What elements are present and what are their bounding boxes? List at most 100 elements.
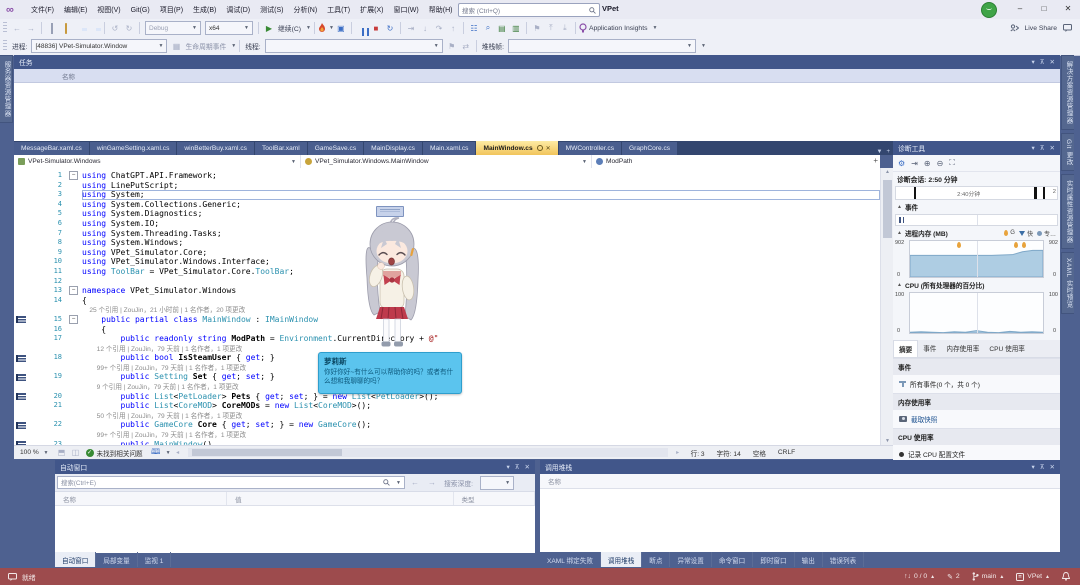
process-dropdown[interactable]: [48836] VPet-Simulator.Window▼ [31, 39, 167, 53]
open-file-icon[interactable] [61, 24, 71, 33]
codelens-glyph-icon[interactable] [16, 355, 26, 362]
close-icon[interactable]: ✕ [1050, 58, 1055, 66]
close-icon[interactable]: ✕ [1050, 463, 1055, 471]
bookmark-icon[interactable]: ⚑ [532, 24, 542, 33]
doc-tab-ToolBar.xaml[interactable]: ToolBar.xaml [255, 142, 307, 155]
diag-tab-事件[interactable]: 事件 [918, 340, 941, 357]
close-button[interactable]: ✕ [1056, 0, 1080, 18]
watch-window-icon[interactable]: ▥ [511, 24, 521, 33]
doc-tab-MWController.cs[interactable]: MWController.cs [559, 142, 621, 155]
window-position-icon[interactable]: ▾ [507, 463, 510, 471]
zoom-out-icon[interactable]: ⊖ [937, 159, 944, 168]
prev-bookmark-icon[interactable]: ⤒ [546, 23, 556, 33]
codelens-glyph-icon[interactable] [16, 422, 26, 429]
pet-speech-bubble[interactable]: 萝莉斯 你好你好~有什么可以帮助你的吗？或者有什么想和我聊聊的吗？ [318, 352, 462, 394]
thread-dropdown[interactable]: ▼ [265, 39, 443, 53]
search-back-icon[interactable]: ← [410, 478, 420, 487]
fold-toggle[interactable]: − [69, 315, 78, 324]
ide-search-box[interactable]: 搜索 (Ctrl+Q) [458, 3, 600, 17]
doc-tab-MessageBar.xaml.cs[interactable]: MessageBar.xaml.cs [14, 142, 89, 155]
step-out-icon[interactable]: ↑ [448, 24, 458, 33]
solution-configuration-dropdown[interactable]: Debug▼ [145, 21, 201, 35]
codelens-text[interactable]: 25 个引用 | ZouJin，21 小时前 | 1 名作者，20 项更改 [82, 307, 245, 314]
diagnostics-timeline[interactable]: 2:40分钟 2 [895, 186, 1058, 200]
toolbar-overflow-icon[interactable]: ▼ [701, 43, 706, 49]
menu-分析(N)[interactable]: 分析(N) [288, 5, 322, 16]
tasks-column-header[interactable]: 名称 [14, 69, 1060, 83]
server-explorer-tab[interactable]: 服务器资源管理器 [0, 55, 13, 123]
process-list-icon[interactable]: ▦ [171, 42, 181, 51]
code-editor[interactable]: 1−using ChatGPT.API.Framework;2using Lin… [14, 168, 880, 445]
next-bookmark-icon[interactable]: ⤓ [560, 23, 570, 33]
close-icon[interactable]: ✕ [525, 463, 530, 471]
panel-tab-异常设置[interactable]: 异常设置 [670, 552, 711, 567]
menu-项目(P)[interactable]: 项目(P) [155, 5, 188, 16]
menu-测试(S)[interactable]: 测试(S) [255, 5, 288, 16]
diagnostics-titlebar[interactable]: 诊断工具 ▾ ⊼ ✕ [893, 141, 1060, 155]
scrollbar-thumb[interactable] [192, 449, 342, 456]
window-position-icon[interactable]: ▾ [1032, 58, 1035, 66]
doc-tab-GraphCore.cs[interactable]: GraphCore.cs [622, 142, 677, 155]
sync-status[interactable]: ↑↓0 / 0▲ [904, 573, 935, 580]
codelens-text[interactable]: 50 个引用 | ZouJin，79 天前 | 1 名作者，1 项更改 [82, 413, 242, 420]
autos-search-input[interactable]: 搜索(Ctrl+E) ▼ [57, 476, 405, 489]
editor-vertical-scrollbar[interactable]: ▲ ▼ [880, 168, 894, 445]
restart-debug-icon[interactable]: ↻ [385, 24, 395, 33]
lifecycle-events-label[interactable]: 生命周期事件 [185, 41, 226, 51]
pin-icon[interactable] [537, 145, 543, 151]
menu-帮助(H)[interactable]: 帮助(H) [424, 5, 458, 16]
doc-tab-winGameSetting.xaml.cs[interactable]: winGameSetting.xaml.cs [90, 142, 177, 155]
column-header-名称[interactable]: 名称 [55, 492, 227, 505]
autos-titlebar[interactable]: 自动窗口 ▾ ⊼ ✕ [55, 460, 535, 474]
redo-icon[interactable]: ↻ [124, 24, 134, 33]
autos-body[interactable] [55, 506, 535, 553]
application-insights-dropdown-arrow[interactable]: ▼ [653, 25, 658, 31]
line-indicator[interactable]: 行: 3 [691, 448, 705, 458]
pet-message-bar[interactable] [376, 206, 404, 217]
pending-edits[interactable]: ✎2 [947, 573, 959, 581]
split-view-icon[interactable]: ⬒ [57, 448, 67, 457]
diag-tab-摘要[interactable]: 摘要 [893, 340, 918, 357]
panel-tab-即时窗口[interactable]: 即时窗口 [753, 552, 794, 567]
member-dropdown[interactable]: ModPath [592, 155, 880, 168]
strip-tab-XAML 实时预览[interactable]: XAML 实时预览 [1061, 252, 1074, 314]
stop-debug-icon[interactable]: ■ [371, 24, 381, 33]
step-over-icon[interactable]: ↷ [434, 24, 444, 33]
tasks-panel-titlebar[interactable]: 任务 ▾ ⊼ ✕ [14, 55, 1060, 69]
menu-Git(G)[interactable]: Git(G) [126, 5, 155, 16]
notifications-bell-icon[interactable] [1062, 572, 1070, 581]
panel-tab-自动窗口[interactable]: 自动窗口 [55, 552, 96, 567]
menu-生成(B)[interactable]: 生成(B) [188, 5, 221, 16]
type-dropdown[interactable]: VPet_Simulator.Windows.MainWindow▼ [301, 155, 592, 168]
continue-debug-button[interactable]: ▶ [264, 24, 274, 33]
panel-tab-局部变量[interactable]: 局部变量 [96, 552, 137, 567]
doc-tab-GameSave.cs[interactable]: GameSave.cs [308, 142, 363, 155]
export-icon[interactable]: ⇥ [911, 159, 918, 168]
solution-platform-dropdown[interactable]: x64▼ [205, 21, 253, 35]
diagnostics-window-icon[interactable]: ▣ [336, 24, 346, 33]
hot-reload-icon[interactable] [318, 23, 326, 33]
cpu-section-header[interactable]: ▲CPU (所有处理器的百分比) [893, 278, 1060, 292]
toolbar-grip[interactable] [3, 22, 7, 34]
project-dropdown[interactable]: VPet-Simulator.Windows▼ [14, 155, 301, 168]
panel-tab-XAML 绑定失败[interactable]: XAML 绑定失败 [540, 552, 601, 567]
strip-tab-Git 更改[interactable]: Git 更改 [1061, 133, 1074, 171]
strip-tab-解决方案资源管理器[interactable]: 解决方案资源管理器 [1061, 55, 1074, 130]
continue-dropdown-arrow[interactable]: ▼ [306, 25, 311, 31]
menu-编辑(E)[interactable]: 编辑(E) [59, 5, 92, 16]
all-events-row[interactable]: 所有事件(0 个，共 0 个) [893, 375, 1060, 393]
editor-zoom-dropdown[interactable]: 100 % ▼ [20, 449, 49, 456]
toolbar-grip[interactable] [3, 40, 7, 52]
settings-gear-icon[interactable]: ⚙ [898, 159, 905, 168]
menu-视图(V)[interactable]: 视图(V) [92, 5, 125, 16]
doc-tab-Main.xaml.cs[interactable]: Main.xaml.cs [423, 142, 475, 155]
callstack-titlebar[interactable]: 调用堆栈 ▾ ⊼ ✕ [540, 460, 1060, 474]
navigate-forward-icon[interactable]: → [26, 24, 36, 33]
panel-tab-断点[interactable]: 断点 [642, 552, 670, 567]
memory-section-header[interactable]: ▲进程内存 (MB) G快专… [893, 226, 1060, 240]
immediate-window-icon[interactable]: ▤ [497, 24, 507, 33]
live-share-icon[interactable] [1010, 24, 1019, 32]
pin-icon[interactable]: ⊼ [1040, 58, 1045, 66]
lifecycle-dropdown-arrow[interactable]: ▼ [231, 43, 236, 49]
maximize-button[interactable]: □ [1032, 0, 1056, 18]
